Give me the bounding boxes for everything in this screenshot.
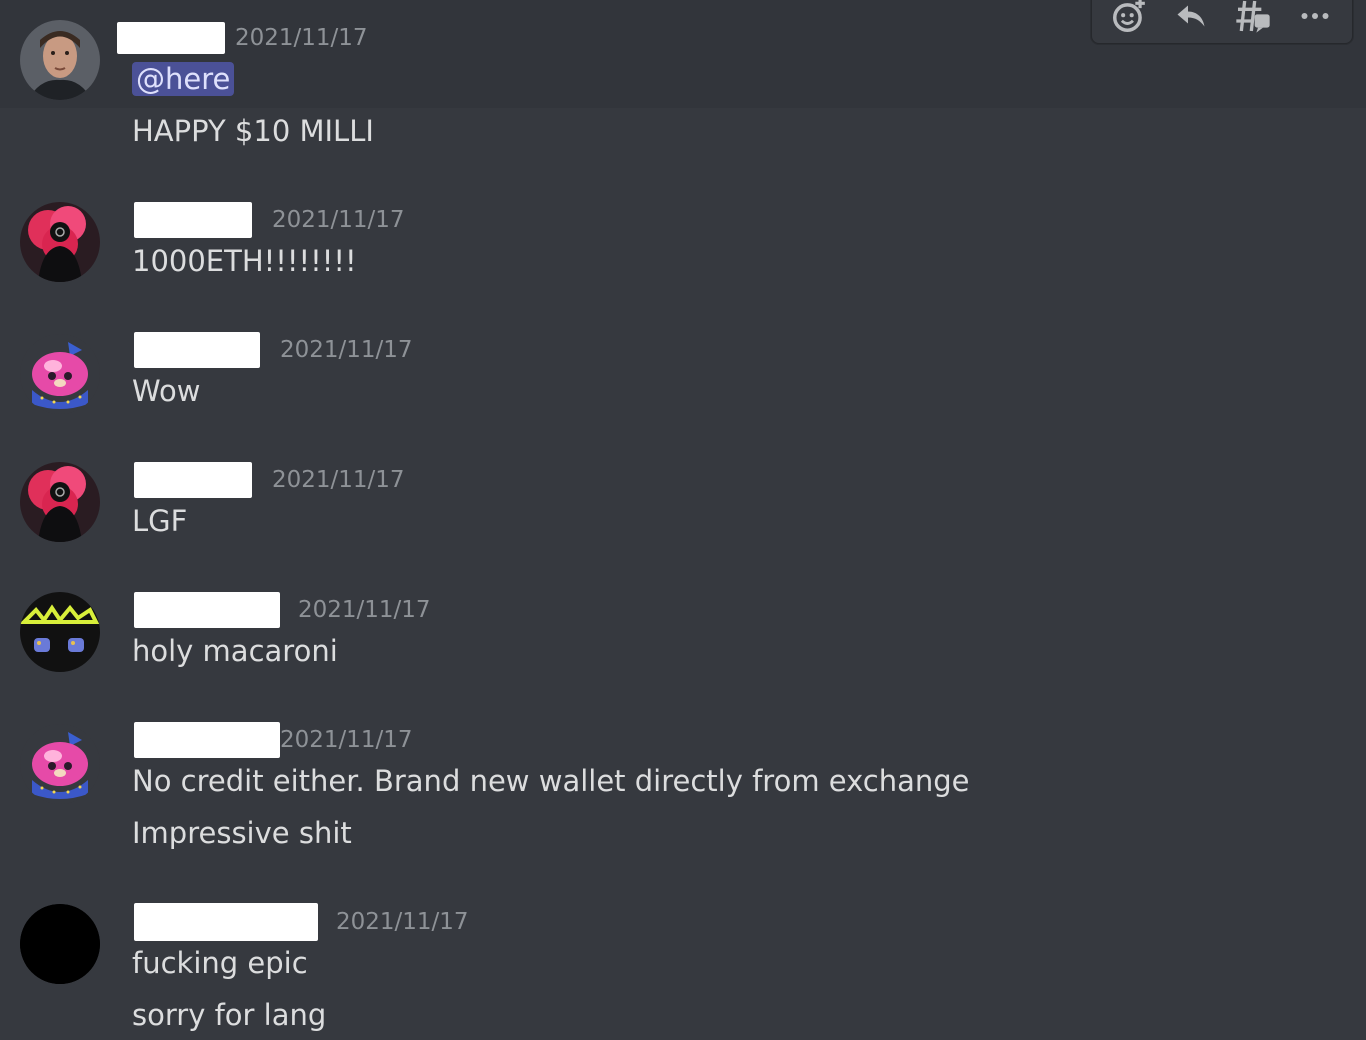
add-reaction-button[interactable] [1106, 0, 1152, 38]
message-content: fucking epic [132, 946, 308, 980]
message-content: 1000ETH!!!!!!!! [132, 244, 357, 278]
avatar[interactable] [20, 334, 100, 414]
redacted-username[interactable] [134, 332, 260, 368]
avatar[interactable] [20, 462, 100, 542]
message-content: holy macaroni [132, 634, 338, 668]
message-action-toolbar [1091, 0, 1353, 44]
message-header: 2021/11/17 [117, 22, 368, 54]
black-circle-avatar-icon [20, 904, 100, 984]
message-header: 2021/11/17 [117, 462, 405, 498]
message-header: 2021/11/17 [117, 332, 413, 368]
more-options-button[interactable] [1292, 0, 1338, 38]
redacted-username[interactable] [134, 202, 252, 238]
redacted-username[interactable] [134, 722, 280, 758]
reply-icon [1177, 5, 1205, 27]
message-header: 2021/11/17 [117, 903, 469, 941]
more-options-icon [1301, 13, 1329, 19]
message-timestamp: 2021/11/17 [272, 467, 405, 493]
graffiti-logo-avatar-icon [20, 592, 100, 672]
message-content: sorry for lang [132, 998, 327, 1032]
redacted-username[interactable] [134, 462, 252, 498]
message-timestamp: 2021/11/17 [280, 727, 413, 753]
create-thread-button[interactable] [1230, 0, 1276, 38]
pink-wizard-blob-avatar-icon [20, 334, 100, 414]
pink-smoke-silhouette-avatar-icon [20, 462, 100, 542]
message-timestamp: 2021/11/17 [298, 597, 431, 623]
message-content: @here [132, 62, 235, 96]
create-thread-icon [1236, 0, 1270, 33]
redacted-username[interactable] [117, 22, 225, 54]
message-content: LGF [132, 504, 188, 538]
avatar[interactable] [20, 724, 100, 804]
message-content: HAPPY $10 MILLI [132, 114, 374, 148]
pink-smoke-silhouette-avatar-icon [20, 202, 100, 282]
add-reaction-icon [1113, 0, 1145, 32]
avatar[interactable] [20, 592, 100, 672]
message-content: Wow [132, 374, 201, 408]
avatar[interactable] [20, 904, 100, 984]
mention-here[interactable]: @here [132, 62, 235, 96]
avatar[interactable] [20, 202, 100, 282]
redacted-username[interactable] [134, 592, 280, 628]
reply-button[interactable] [1168, 0, 1214, 38]
message-timestamp: 2021/11/17 [235, 25, 368, 51]
avatar[interactable] [20, 20, 100, 100]
message-header: 2021/11/17 [117, 722, 413, 758]
redacted-username[interactable] [134, 903, 318, 941]
message-timestamp: 2021/11/17 [272, 207, 405, 233]
message-header: 2021/11/17 [117, 202, 405, 238]
message-content: No credit either. Brand new wallet direc… [132, 764, 970, 798]
message-content: Impressive shit [132, 816, 352, 850]
face-photo-avatar-icon [20, 20, 100, 100]
message-header: 2021/11/17 [117, 592, 431, 628]
pink-wizard-blob-avatar-icon [20, 724, 100, 804]
message-timestamp: 2021/11/17 [336, 909, 469, 935]
message-timestamp: 2021/11/17 [280, 337, 413, 363]
